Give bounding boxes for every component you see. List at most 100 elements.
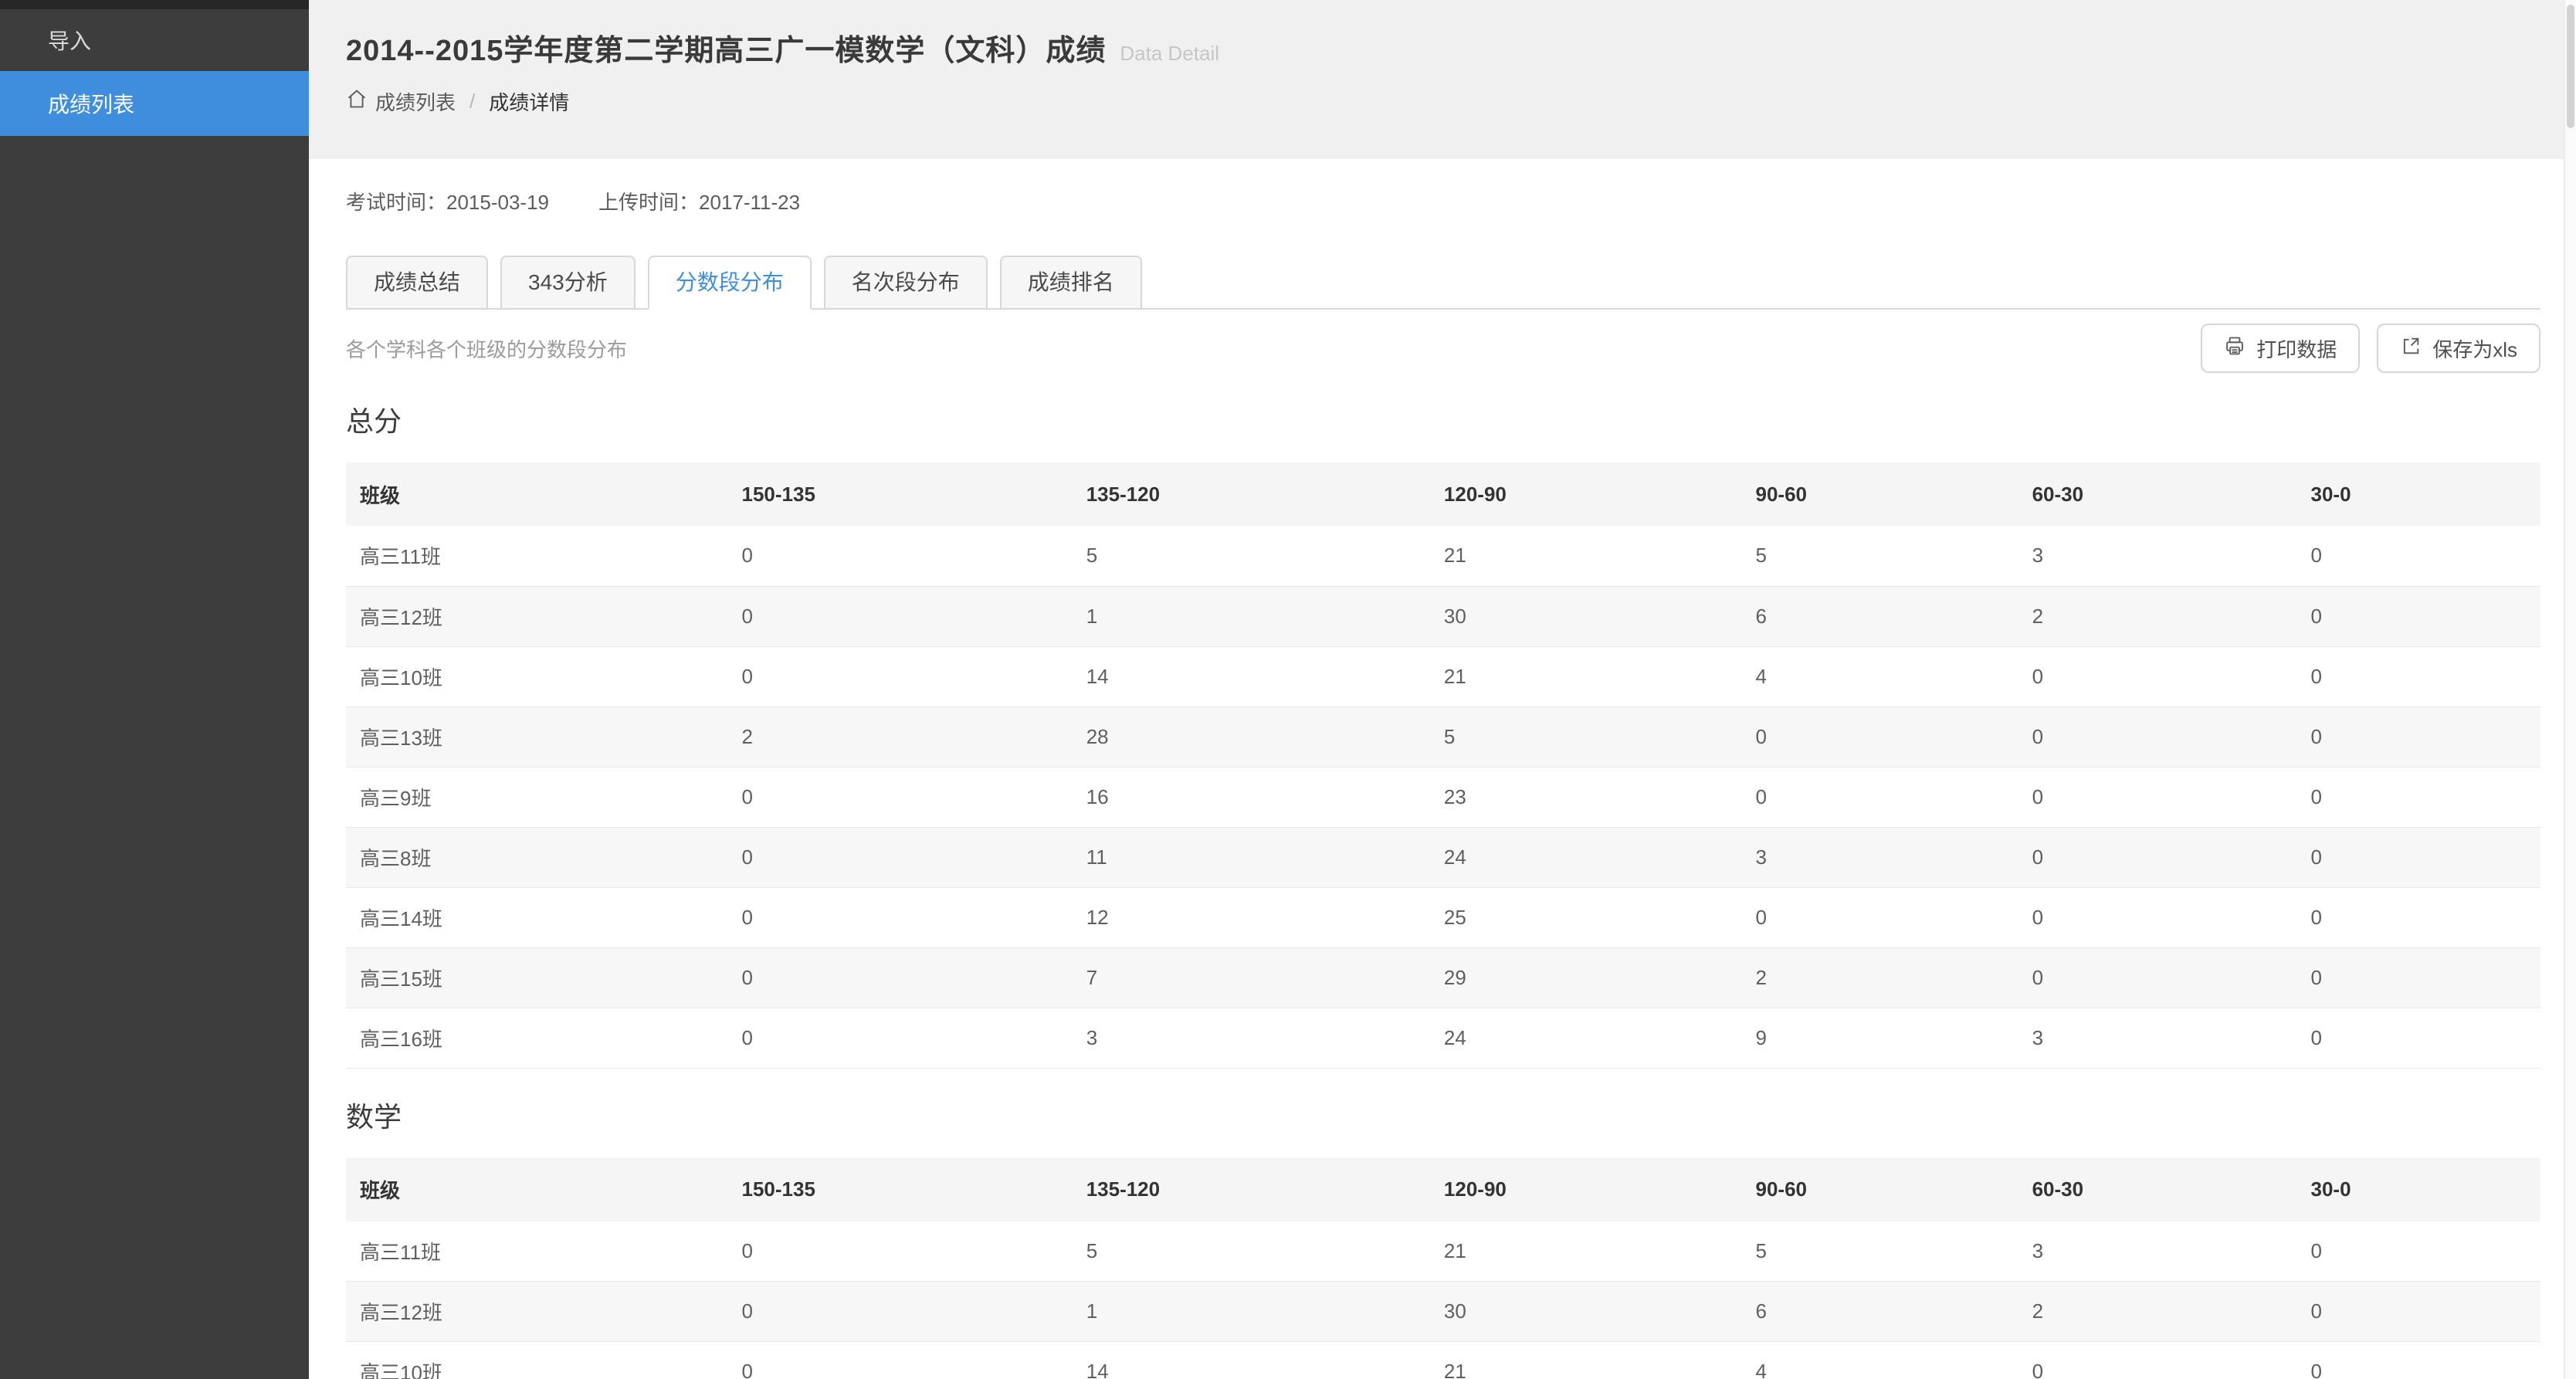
count-cell: 14 (1072, 1341, 1430, 1379)
count-cell: 29 (1429, 947, 1742, 1008)
table-row: 高三13班 2 28 5 0 0 0 (346, 706, 2540, 767)
table-row: 高三12班 0 1 30 6 2 0 (346, 1281, 2540, 1342)
count-cell: 14 (1072, 646, 1430, 707)
tab-343-analysis[interactable]: 343分析 (500, 256, 636, 310)
breadcrumb-current: 成绩详情 (489, 91, 570, 114)
count-cell: 1 (1072, 1281, 1430, 1342)
column-header-range: 120-90 (1429, 1157, 1742, 1221)
upload-time: 上传时间：2017-11-23 (598, 191, 801, 214)
count-cell: 0 (2296, 586, 2540, 647)
count-cell: 2 (1741, 947, 2018, 1008)
table-header-row: 班级 150-135 135-120 120-90 90-60 60-30 30-0 (346, 1157, 2540, 1221)
count-cell: 0 (2296, 887, 2540, 948)
class-name-cell: 高三11班 (346, 1221, 728, 1282)
print-data-button[interactable]: 打印数据 (2201, 324, 2361, 373)
column-header-range: 60-30 (2018, 462, 2297, 526)
page-title: 2014--2015学年度第二学期高三广一模数学（文科）成绩 (346, 35, 1107, 67)
tab-score-ranking[interactable]: 成绩排名 (999, 256, 1142, 310)
count-cell: 21 (1429, 1221, 1742, 1282)
count-cell: 0 (2296, 827, 2540, 888)
scrollbar-thumb[interactable] (2567, 5, 2574, 128)
count-cell: 0 (2018, 706, 2297, 767)
section-title: 数学 (346, 1100, 402, 1133)
table-row: 高三8班 0 11 24 3 0 0 (346, 827, 2540, 888)
count-cell: 3 (2018, 1008, 2297, 1069)
column-header-class: 班级 (346, 462, 728, 526)
column-header-range: 135-120 (1072, 1157, 1430, 1221)
tab-description: 各个学科各个班级的分数段分布 (346, 337, 628, 361)
class-name-cell: 高三9班 (346, 767, 728, 828)
class-name-cell: 高三11班 (346, 526, 728, 587)
score-table: 班级 150-135 135-120 120-90 90-60 60-30 30-0 高三1… (346, 462, 2540, 1069)
save-xls-button[interactable]: 保存为xls (2377, 324, 2540, 373)
count-cell: 0 (727, 1221, 1073, 1282)
count-cell: 0 (727, 767, 1073, 828)
sidebar: 导入 成绩列表 (0, 0, 309, 1379)
count-cell: 0 (727, 1341, 1073, 1379)
meta-row: 考试时间：2015-03-19 上传时间：2017-11-23 (346, 187, 2540, 215)
count-cell: 0 (727, 526, 1073, 587)
class-name-cell: 高三16班 (346, 1008, 728, 1069)
tab-score-band-distribution[interactable]: 分数段分布 (647, 256, 812, 310)
page-header: 2014--2015学年度第二学期高三广一模数学（文科）成绩 Data Deta… (309, 0, 2576, 159)
count-cell: 21 (1429, 1341, 1742, 1379)
count-cell: 0 (2018, 947, 2297, 1008)
count-cell: 6 (1741, 586, 2018, 647)
score-sections: 总分 班级 150-135 135-120 120-90 90-60 60-30 30-0 … (346, 399, 2540, 1379)
vertical-scrollbar[interactable] (2564, 0, 2576, 1379)
count-cell: 7 (1072, 947, 1430, 1008)
column-header-class: 班级 (346, 1157, 728, 1221)
class-name-cell: 高三8班 (346, 827, 728, 888)
count-cell: 5 (1072, 1221, 1430, 1282)
count-cell: 0 (2018, 767, 2297, 828)
count-cell: 24 (1429, 1008, 1742, 1069)
sidebar-item-score-list[interactable]: 成绩列表 (0, 71, 309, 136)
count-cell: 11 (1072, 827, 1430, 888)
class-name-cell: 高三10班 (346, 646, 728, 707)
column-header-range: 150-135 (727, 462, 1073, 526)
tab-score-summary[interactable]: 成绩总结 (346, 256, 489, 310)
column-header-range: 60-30 (2018, 1157, 2297, 1221)
printer-icon (2224, 335, 2256, 362)
tab-rank-band-distribution[interactable]: 名次段分布 (823, 256, 988, 310)
breadcrumb-root[interactable]: 成绩列表 (375, 87, 456, 116)
count-cell: 21 (1429, 646, 1742, 707)
count-cell: 4 (1741, 646, 2018, 707)
count-cell: 0 (727, 646, 1073, 707)
count-cell: 0 (727, 1281, 1073, 1342)
count-cell: 0 (727, 947, 1073, 1008)
score-section: 总分 班级 150-135 135-120 120-90 90-60 60-30 30-0 … (346, 399, 2540, 1069)
count-cell: 3 (1072, 1008, 1430, 1069)
content: 考试时间：2015-03-19 上传时间：2017-11-23 成绩总结 343… (309, 187, 2576, 1379)
table-row: 高三9班 0 16 23 0 0 0 (346, 767, 2540, 828)
column-header-range: 150-135 (727, 1157, 1073, 1221)
count-cell: 0 (2296, 767, 2540, 828)
count-cell: 23 (1429, 767, 1742, 828)
count-cell: 21 (1429, 526, 1742, 587)
count-cell: 0 (1741, 887, 2018, 948)
column-header-range: 30-0 (2296, 1157, 2540, 1221)
table-header-row: 班级 150-135 135-120 120-90 90-60 60-30 30-0 (346, 462, 2540, 526)
exam-time: 考试时间：2015-03-19 (346, 191, 550, 214)
count-cell: 0 (2296, 646, 2540, 707)
count-cell: 5 (1072, 526, 1430, 587)
section-title: 总分 (346, 405, 402, 437)
tab-bar: 成绩总结 343分析 分数段分布 名次段分布 成绩排名 (346, 256, 2540, 310)
table-row: 高三11班 0 5 21 5 3 0 (346, 1221, 2540, 1282)
count-cell: 2 (2018, 1281, 2297, 1342)
export-icon (2400, 335, 2432, 362)
count-cell: 25 (1429, 887, 1742, 948)
count-cell: 30 (1429, 586, 1742, 647)
column-header-range: 135-120 (1072, 462, 1430, 526)
count-cell: 0 (2296, 526, 2540, 587)
count-cell: 24 (1429, 827, 1742, 888)
count-cell: 0 (2296, 1281, 2540, 1342)
column-header-range: 90-60 (1741, 1157, 2018, 1221)
count-cell: 2 (727, 706, 1073, 767)
page-subtitle: Data Detail (1120, 42, 1220, 65)
sidebar-item-import[interactable]: 导入 (0, 9, 309, 71)
count-cell: 4 (1741, 1341, 2018, 1379)
column-header-range: 120-90 (1429, 462, 1742, 526)
count-cell: 2 (2018, 586, 2297, 647)
count-cell: 0 (727, 827, 1073, 888)
